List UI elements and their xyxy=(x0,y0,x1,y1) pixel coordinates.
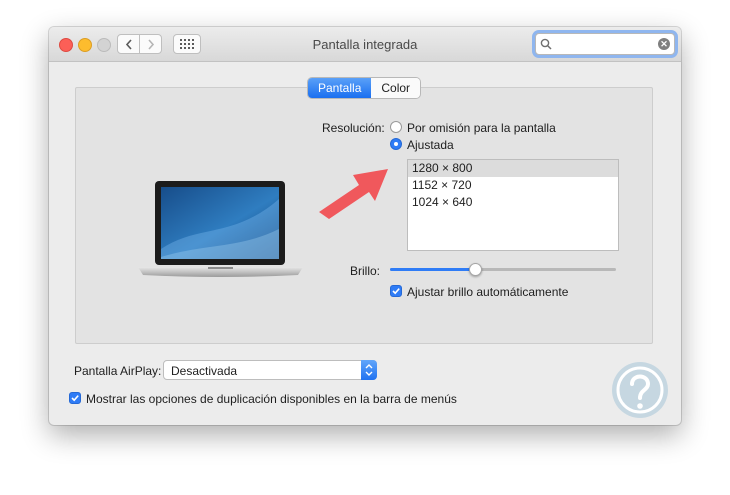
solvetic-logo xyxy=(612,362,668,418)
brightness-slider-fill xyxy=(390,268,476,271)
resolution-list: 1280 × 800 1152 × 720 1024 × 640 xyxy=(407,159,619,251)
search-field[interactable]: ✕ xyxy=(535,33,675,55)
brightness-slider[interactable] xyxy=(390,268,616,271)
brightness-label: Brillo: xyxy=(350,264,381,278)
title-bar: Pantalla integrada ✕ xyxy=(49,27,681,62)
resolution-option-1024[interactable]: 1024 × 640 xyxy=(408,194,618,211)
red-arrow-icon xyxy=(319,169,388,219)
resolution-option-1152[interactable]: 1152 × 720 xyxy=(408,177,618,194)
tab-pantalla[interactable]: Pantalla xyxy=(308,78,372,98)
radio-default-resolution[interactable] xyxy=(390,121,402,133)
airplay-label: Pantalla AirPlay: xyxy=(74,364,162,378)
resolution-option-1280[interactable]: 1280 × 800 xyxy=(408,160,618,177)
radio-scaled-resolution[interactable] xyxy=(390,138,402,150)
search-icon xyxy=(540,38,552,50)
checkmark-icon xyxy=(392,288,400,295)
stepper-icon xyxy=(361,360,377,380)
clear-icon[interactable]: ✕ xyxy=(658,38,670,50)
radio-default-label[interactable]: Por omisión para la pantalla xyxy=(407,121,556,135)
airplay-selected-value: Desactivada xyxy=(171,364,238,378)
search-input[interactable] xyxy=(554,36,658,54)
laptop-icon xyxy=(138,181,303,277)
mirror-options-checkbox[interactable] xyxy=(69,392,81,404)
auto-brightness-label[interactable]: Ajustar brillo automáticamente xyxy=(407,285,568,299)
airplay-select[interactable]: Desactivada xyxy=(163,360,377,380)
auto-brightness-checkbox[interactable] xyxy=(390,285,402,297)
checkmark-icon xyxy=(71,395,79,402)
radio-scaled-label[interactable]: Ajustada xyxy=(407,138,454,152)
mirror-options-label[interactable]: Mostrar las opciones de duplicación disp… xyxy=(86,392,457,406)
preferences-window: Pantalla integrada ✕ Pantalla Color Reso… xyxy=(49,27,681,425)
tab-color[interactable]: Color xyxy=(371,78,421,98)
tab-bar: Pantalla Color xyxy=(308,78,421,98)
resolution-label: Resolución: xyxy=(322,121,385,135)
